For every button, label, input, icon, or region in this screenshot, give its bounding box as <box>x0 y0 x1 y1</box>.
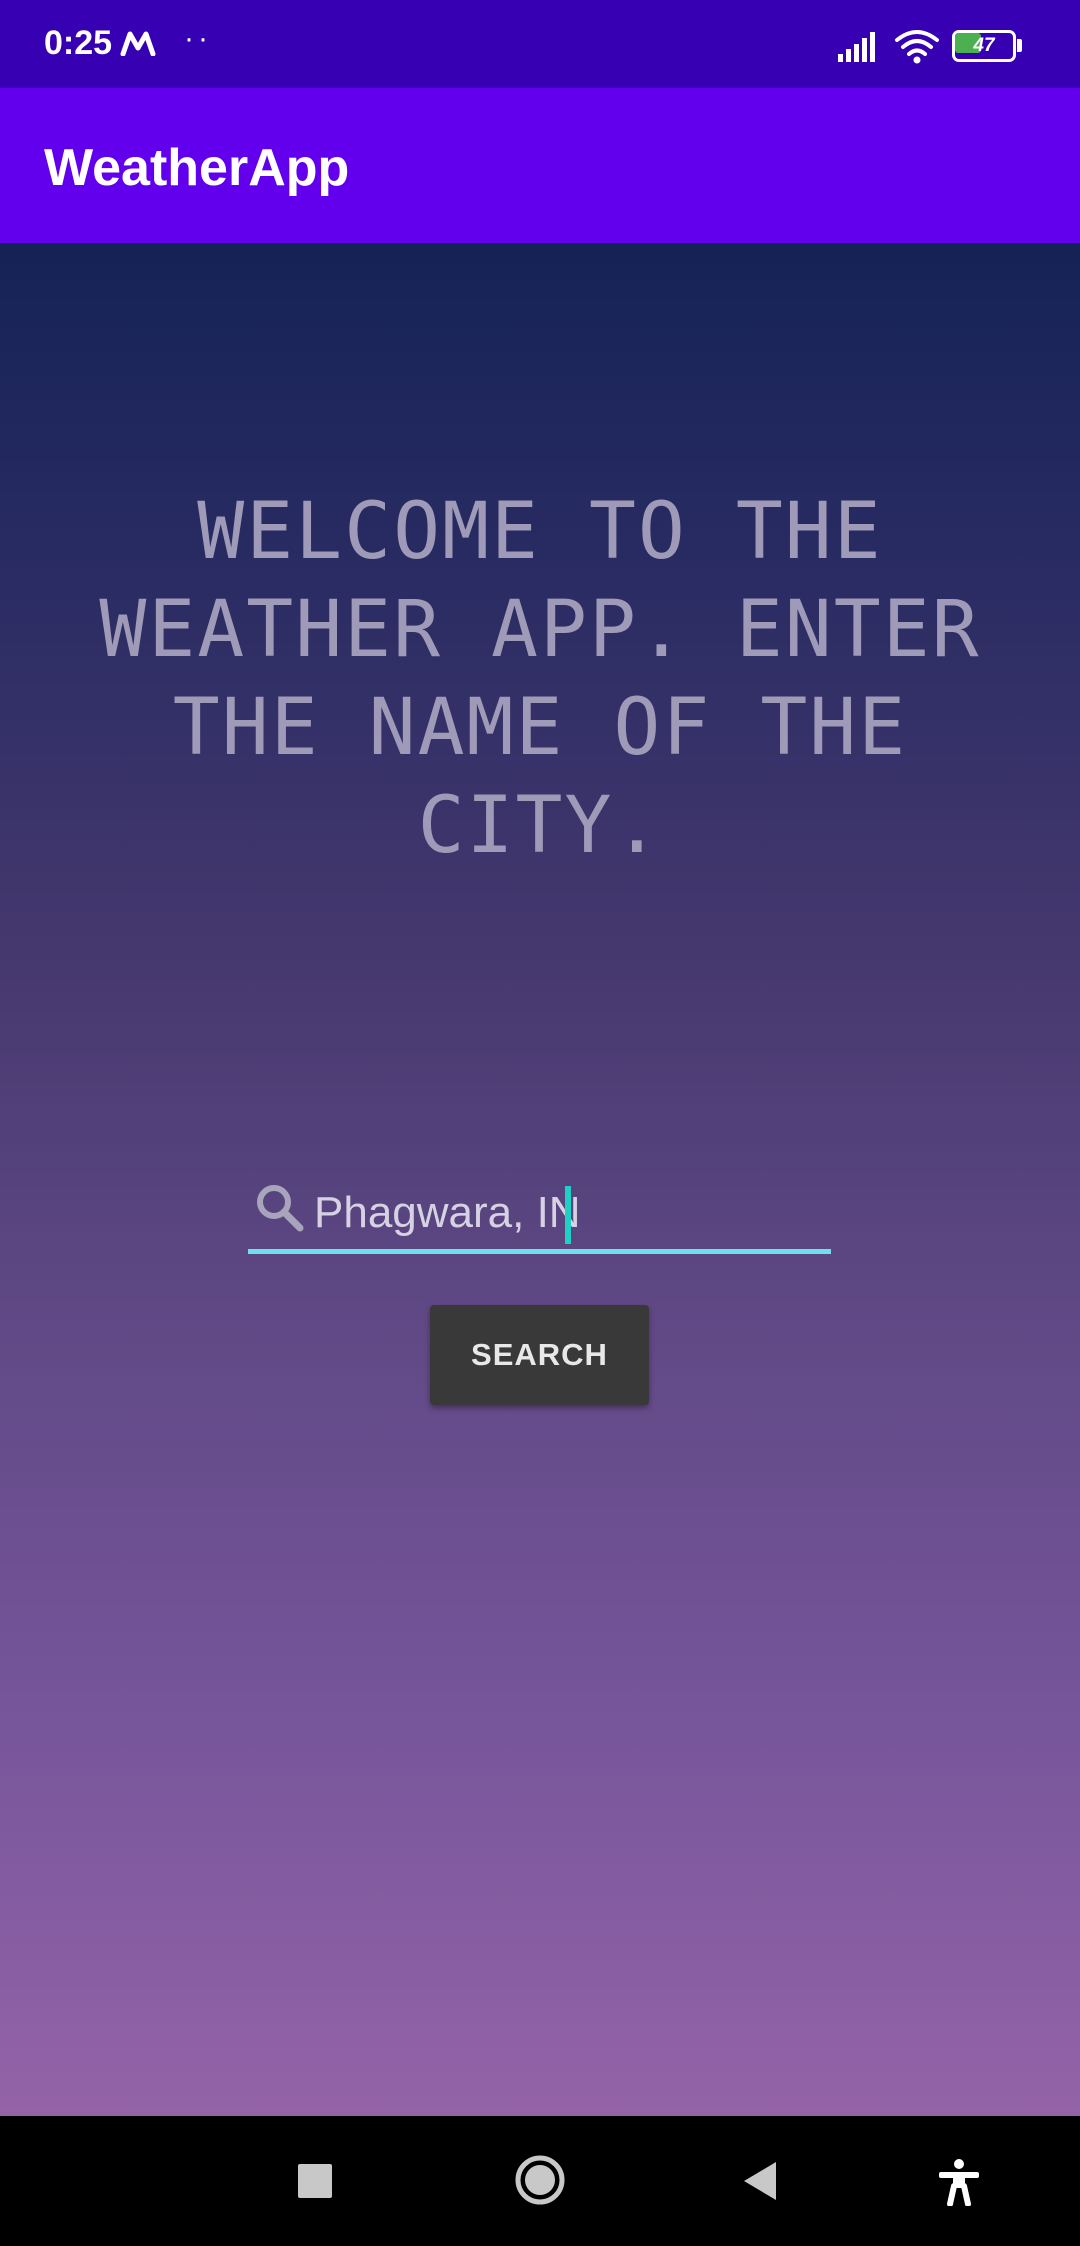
recents-icon[interactable] <box>298 2164 332 2198</box>
m-logo-icon <box>120 30 156 61</box>
app-bar: WeatherApp <box>0 88 1080 243</box>
status-bar: 0:25 ·· 47 <box>0 0 1080 88</box>
battery-level: 47 <box>973 35 995 56</box>
accessibility-icon[interactable] <box>936 2158 982 2211</box>
home-icon[interactable] <box>514 2154 566 2211</box>
welcome-message: WELCOME TO THE WEATHER APP. ENTER THE NA… <box>99 487 981 871</box>
battery-icon: 47 <box>952 30 1022 62</box>
app-title: WeatherApp <box>44 139 350 197</box>
search-icon <box>254 1182 306 1239</box>
navigation-bar <box>0 2116 1080 2246</box>
city-search-field[interactable] <box>248 1168 831 1254</box>
back-icon[interactable] <box>742 2160 778 2207</box>
signal-icon <box>838 30 880 67</box>
search-button[interactable]: SEARCH <box>430 1305 649 1405</box>
status-time: 0:25 <box>44 24 113 62</box>
main-content: WELCOME TO THE WEATHER APP. ENTER THE NA… <box>0 243 1080 2116</box>
wifi-icon <box>894 28 940 69</box>
notification-dots: ·· <box>184 22 212 55</box>
text-cursor <box>565 1186 571 1244</box>
city-search-input[interactable] <box>314 1182 814 1244</box>
